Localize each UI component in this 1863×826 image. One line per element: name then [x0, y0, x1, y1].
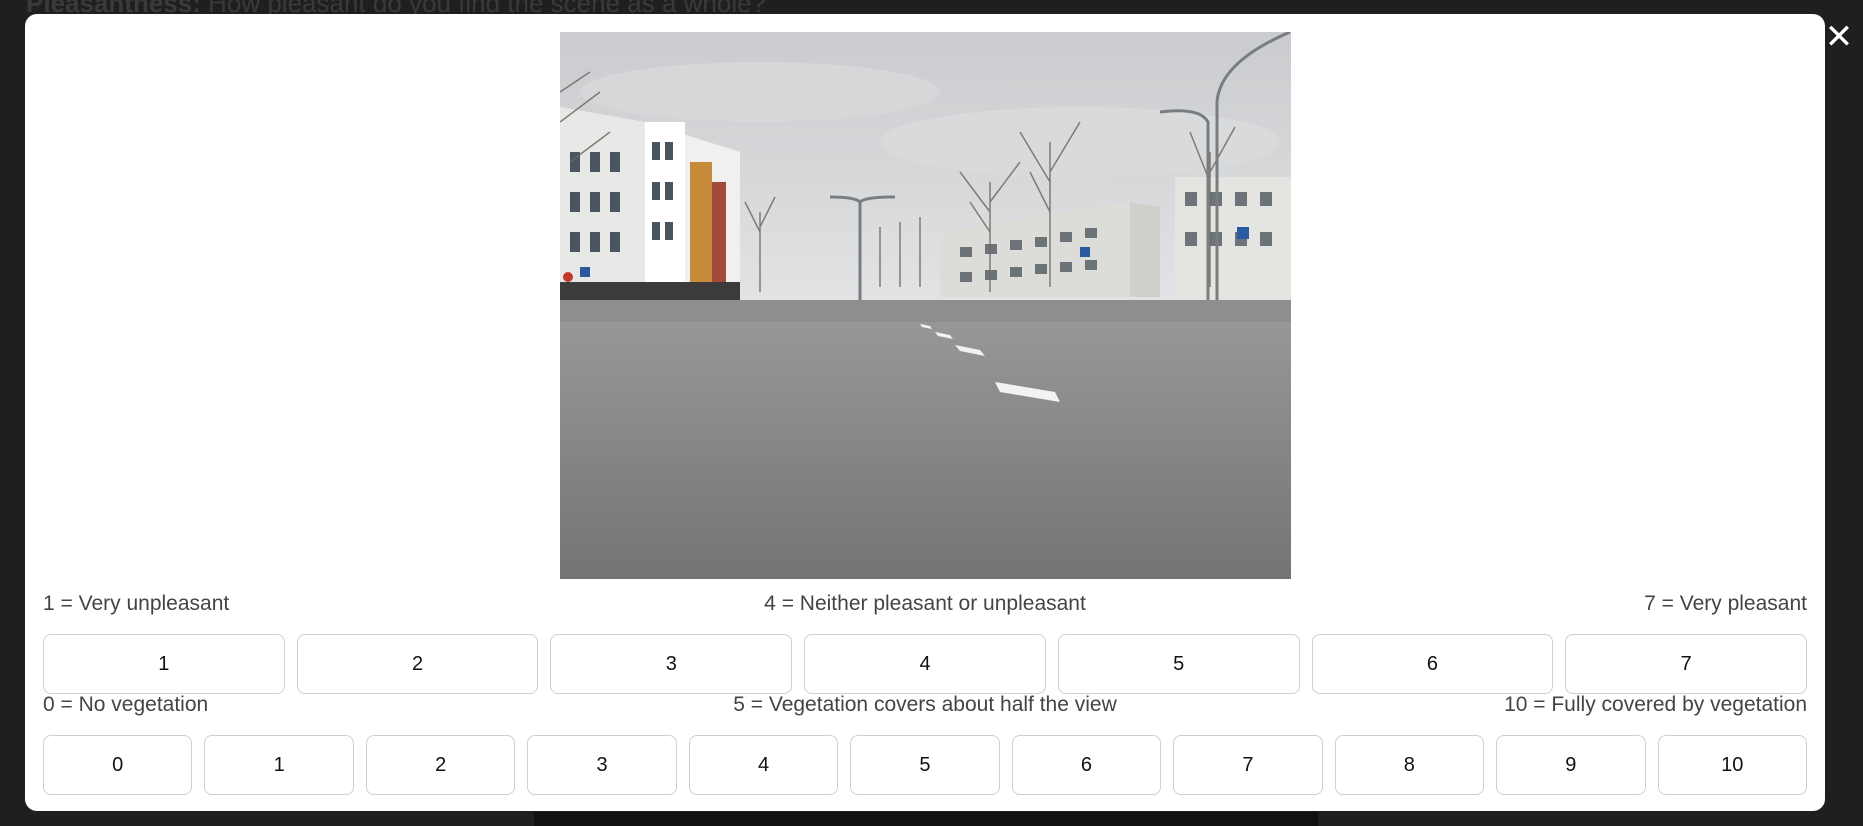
pleasantness-scale: 1 = Very unpleasant 4 = Neither pleasant… [43, 592, 1808, 694]
vegetation-option-4[interactable]: 4 [688, 735, 839, 795]
pleasantness-left-label: 1 = Very unpleasant [43, 592, 230, 615]
street-photo [560, 32, 1291, 579]
vegetation-option-5[interactable]: 5 [850, 735, 1000, 795]
pleasantness-option-2[interactable]: 2 [296, 634, 539, 694]
pleasantness-right-label: 7 = Very pleasant [1644, 592, 1807, 615]
pleasantness-options: 1 2 3 4 5 6 7 [43, 634, 1808, 694]
vegetation-mid-label: 5 = Vegetation covers about half the vie… [733, 693, 1117, 716]
pleasantness-option-4[interactable]: 4 [804, 634, 1046, 694]
vegetation-left-label: 0 = No vegetation [43, 693, 209, 716]
vegetation-option-8[interactable]: 8 [1334, 735, 1485, 795]
vegetation-scale: 0 = No vegetation 5 = Vegetation covers … [43, 693, 1807, 795]
close-button[interactable]: ✕ [1820, 18, 1858, 56]
vegetation-option-0[interactable]: 0 [43, 735, 193, 795]
vegetation-option-1[interactable]: 1 [204, 735, 354, 795]
pleasantness-option-5[interactable]: 5 [1057, 634, 1300, 694]
pleasantness-option-3[interactable]: 3 [550, 634, 793, 694]
vegetation-right-label: 10 = Fully covered by vegetation [1504, 693, 1807, 716]
pleasantness-option-1[interactable]: 1 [43, 634, 285, 694]
street-photo-image [560, 32, 1291, 579]
pleasantness-scale-labels: 1 = Very unpleasant 4 = Neither pleasant… [43, 592, 1807, 620]
vegetation-option-6[interactable]: 6 [1011, 735, 1162, 795]
vegetation-scale-labels: 0 = No vegetation 5 = Vegetation covers … [43, 693, 1807, 721]
vegetation-option-9[interactable]: 9 [1496, 735, 1646, 795]
rating-modal: 1 = Very unpleasant 4 = Neither pleasant… [25, 14, 1825, 811]
vegetation-option-2[interactable]: 2 [365, 735, 516, 795]
pleasantness-option-6[interactable]: 6 [1311, 634, 1554, 694]
pleasantness-option-7[interactable]: 7 [1565, 634, 1808, 694]
vegetation-option-7[interactable]: 7 [1173, 735, 1323, 795]
vegetation-options: 0 1 2 3 4 5 6 7 8 9 10 [43, 735, 1807, 795]
vegetation-option-10[interactable]: 10 [1657, 735, 1807, 795]
pleasantness-mid-label: 4 = Neither pleasant or unpleasant [764, 592, 1086, 615]
background-strip [534, 812, 1318, 826]
vegetation-option-3[interactable]: 3 [527, 735, 677, 795]
